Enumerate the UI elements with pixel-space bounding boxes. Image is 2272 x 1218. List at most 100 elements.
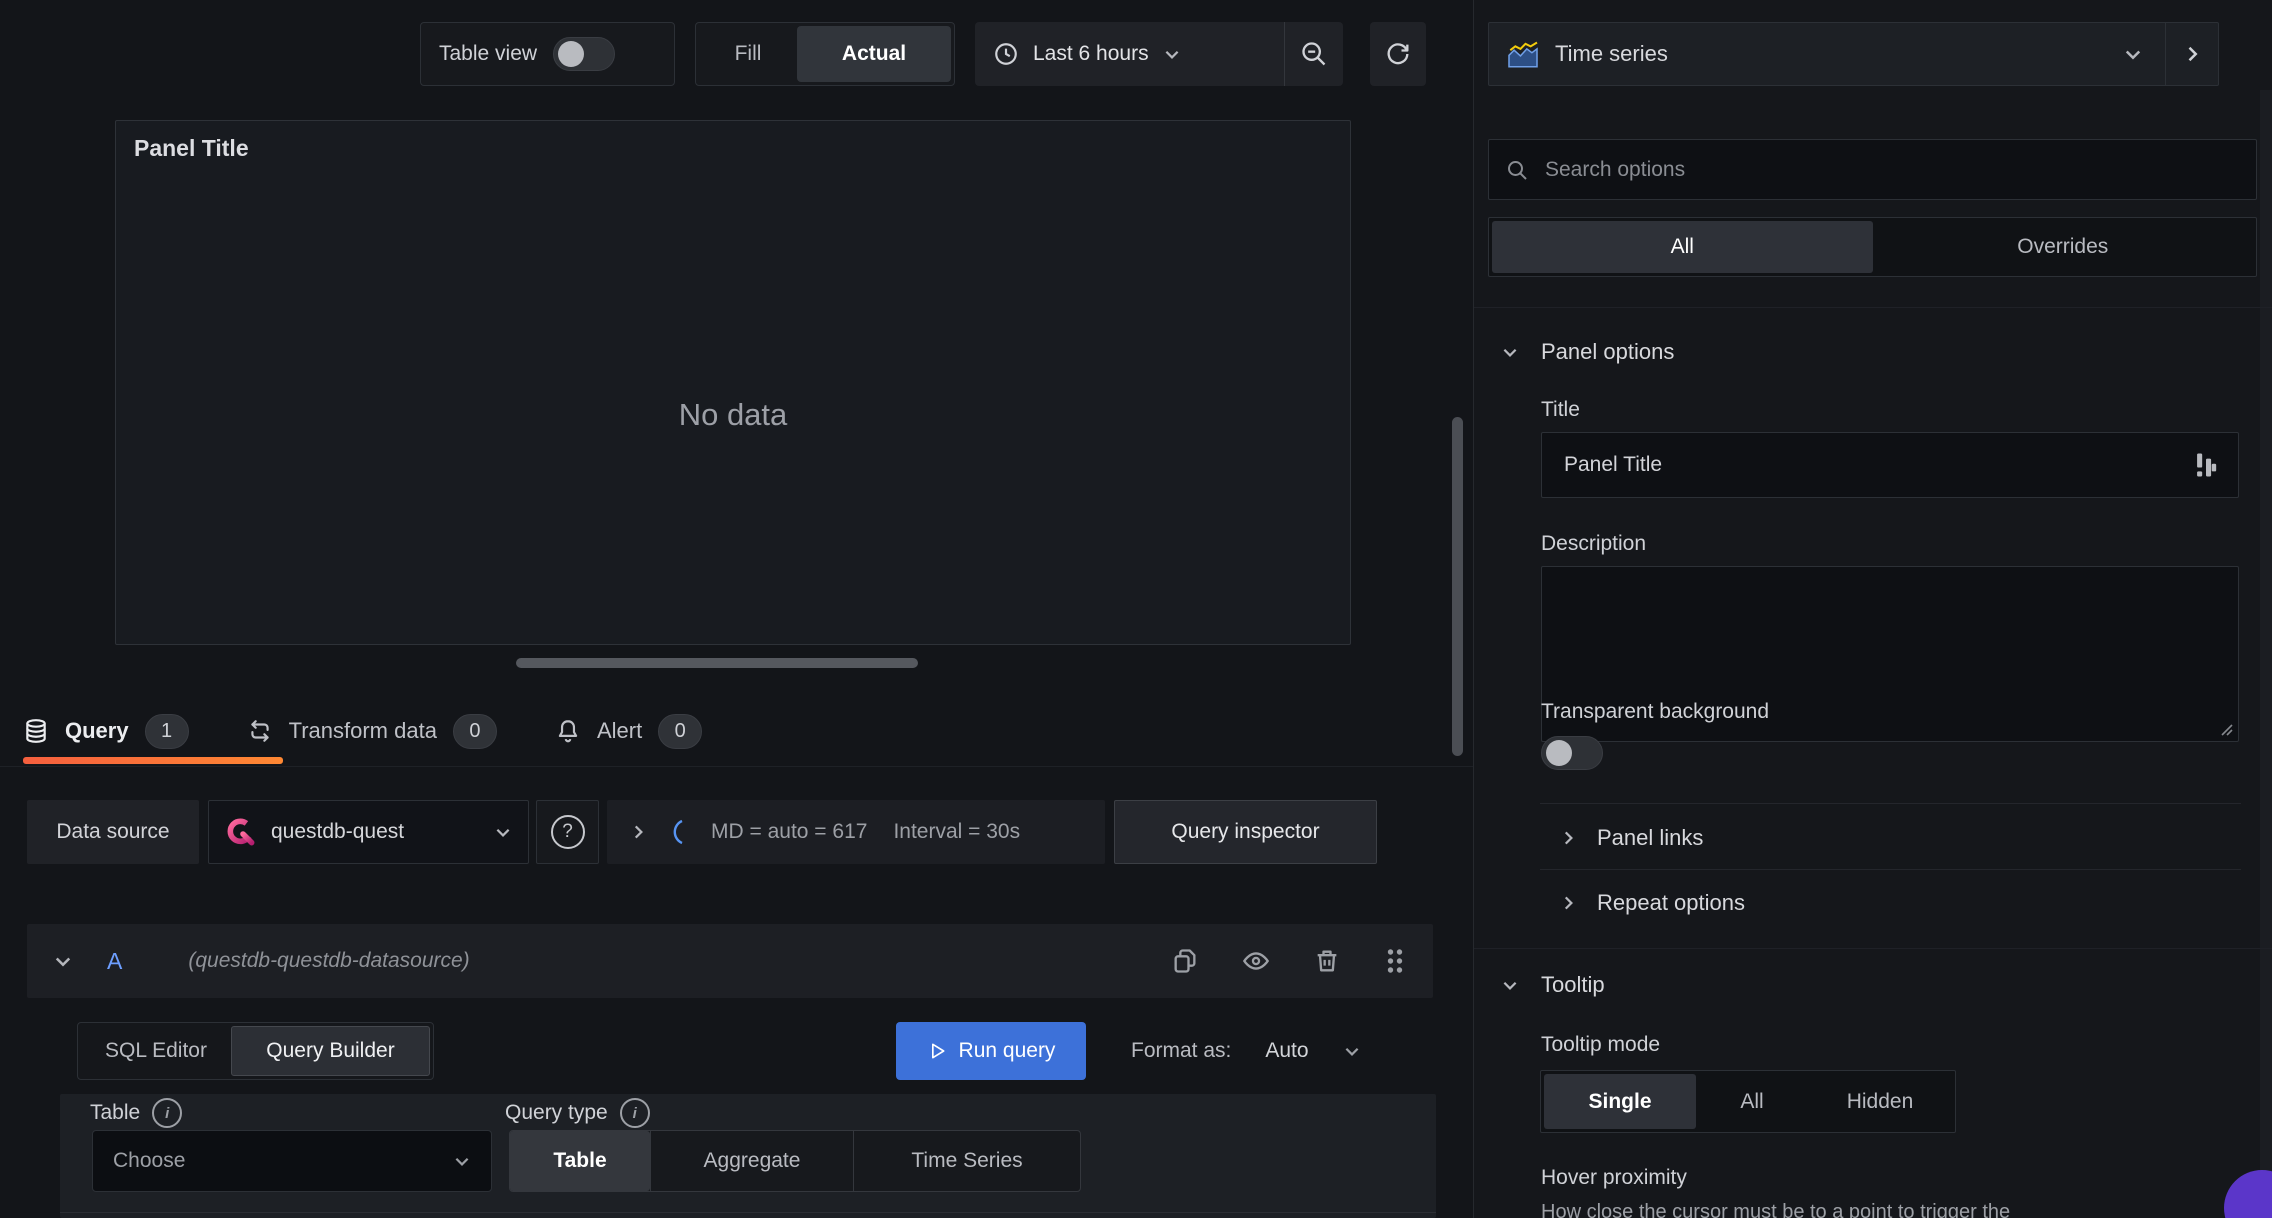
repeat-options-section[interactable]: Repeat options [1559, 877, 1745, 929]
options-search [1488, 139, 2257, 200]
timeseries-chart-icon [1508, 41, 1538, 68]
time-range-button[interactable]: Last 6 hours [975, 22, 1284, 86]
tab-query[interactable]: Query 1 [23, 713, 189, 749]
query-row-actions [1171, 946, 1407, 976]
zoom-out-button[interactable] [1285, 22, 1343, 86]
fit-mode-group: Fill Actual [695, 22, 955, 86]
table-view-toggle[interactable] [553, 37, 616, 71]
tooltip-mode-group: Single All Hidden [1540, 1070, 1956, 1133]
collapse-chevron-icon[interactable] [53, 951, 73, 971]
question-circle-icon: ? [550, 815, 585, 849]
chevron-down-icon [496, 828, 510, 837]
query-builder-mode[interactable]: Query Builder [231, 1026, 430, 1076]
filter-tab-overrides[interactable]: Overrides [1873, 221, 2254, 273]
tooltip-title: Tooltip [1541, 972, 1605, 997]
tab-transform-count: 0 [452, 713, 497, 749]
options-search-input[interactable] [1543, 156, 2240, 183]
panel-title[interactable]: Panel Title [134, 135, 249, 162]
chevron-down-icon [1503, 981, 1517, 990]
tab-transform-label: Transform data [288, 718, 437, 743]
bell-icon [558, 720, 578, 743]
max-data-points-summary: MD = auto = 617 [711, 820, 868, 843]
refresh-button[interactable] [1370, 22, 1426, 86]
eye-icon[interactable] [1241, 947, 1271, 975]
clock-icon [995, 43, 1017, 65]
transparent-background-toggle[interactable] [1541, 736, 1603, 770]
table-view-label: Table view [439, 42, 538, 65]
divider [1474, 307, 2272, 308]
table-select-value: Choose [113, 1149, 186, 1172]
toggle-viz-suggestions-button[interactable] [2166, 23, 2218, 85]
tooltip-mode-all[interactable]: All [1696, 1074, 1808, 1129]
chevron-down-icon[interactable] [1343, 1042, 1361, 1060]
chevron-down-icon [1503, 348, 1517, 357]
datasource-label: Data source [27, 800, 199, 864]
resize-handle-icon[interactable] [2216, 719, 2234, 737]
tooltip-mode-single[interactable]: Single [1544, 1074, 1696, 1129]
panel-title-input[interactable] [1562, 452, 2194, 478]
tooltip-header[interactable]: Tooltip [1501, 963, 1605, 1007]
duplicate-icon[interactable] [1171, 947, 1199, 975]
datasource-help-button[interactable]: ? [536, 800, 599, 864]
visualization-picker[interactable]: Time series [1488, 22, 2219, 86]
template-suggestion-icon[interactable] [2194, 451, 2218, 479]
search-icon [1508, 160, 1527, 180]
help-bubble[interactable] [2224, 1170, 2272, 1218]
chevron-right-icon [634, 825, 643, 839]
query-type-aggregate[interactable]: Aggregate [651, 1131, 853, 1191]
horizontal-scrollbar[interactable] [516, 658, 918, 668]
query-type-label-row: Query type i [505, 1098, 650, 1128]
refresh-icon [1387, 43, 1409, 65]
chevron-right-icon [1564, 831, 1573, 845]
sql-editor-mode[interactable]: SQL Editor [81, 1039, 231, 1063]
format-as-control: Format as: Auto [1131, 1022, 1361, 1080]
play-icon [931, 1043, 945, 1059]
database-icon [26, 719, 46, 743]
divider [60, 1212, 1436, 1213]
query-row-header[interactable]: A (questdb-questdb-datasource) [27, 924, 1433, 998]
tooltip-mode-hidden[interactable]: Hidden [1808, 1074, 1952, 1129]
zoom-out-icon [1302, 42, 1326, 66]
no-data-message: No data [678, 397, 788, 432]
viz-panel: Panel Title No data [115, 120, 1351, 645]
panel-title-field [1541, 432, 2239, 498]
visualization-name: Time series [1555, 41, 1668, 66]
tab-alert[interactable]: Alert 0 [555, 713, 703, 749]
tooltip-mode-label: Tooltip mode [1541, 1033, 1661, 1056]
table-view-control: Table view [420, 22, 675, 86]
query-type-label: Query type [505, 1101, 608, 1124]
editor-tabs: Query 1 Transform data 0 Alert 0 [23, 700, 703, 762]
chevron-down-icon [2125, 50, 2141, 60]
vertical-scrollbar[interactable] [1452, 417, 1463, 756]
transparent-background-label: Transparent background [1541, 700, 1770, 723]
tab-query-count: 1 [144, 713, 189, 749]
hover-proximity-label: Hover proximity [1541, 1166, 1687, 1189]
fit-mode-actual[interactable]: Actual [797, 26, 951, 82]
format-as-label: Format as: [1131, 1039, 1232, 1062]
query-options-row[interactable]: MD = auto = 617 Interval = 30s [607, 800, 1105, 864]
trash-icon[interactable] [1313, 947, 1341, 975]
format-as-value[interactable]: Auto [1265, 1039, 1308, 1063]
query-type-table[interactable]: Table [510, 1131, 650, 1191]
panel-links-section[interactable]: Panel links [1559, 812, 1703, 864]
datasource-picker[interactable]: questdb-quest [208, 800, 529, 864]
query-type-time-series[interactable]: Time Series [854, 1131, 1080, 1191]
table-select[interactable]: Choose [92, 1130, 492, 1192]
panel-options-header[interactable]: Panel options [1501, 330, 1674, 374]
questdb-logo-icon [227, 818, 255, 846]
fit-mode-fill[interactable]: Fill [699, 26, 797, 82]
info-icon[interactable]: i [152, 1098, 183, 1128]
repeat-options-label: Repeat options [1597, 890, 1745, 915]
query-inspector-button[interactable]: Query inspector [1114, 800, 1377, 864]
title-field-label: Title [1541, 398, 1580, 421]
table-field-label: Table [90, 1101, 141, 1124]
info-icon[interactable]: i [619, 1098, 650, 1128]
query-ref-id: A [107, 947, 123, 974]
run-query-button[interactable]: Run query [896, 1022, 1086, 1080]
tab-alert-count: 0 [658, 713, 703, 749]
editor-mode-group: SQL Editor Query Builder [77, 1022, 434, 1080]
tab-transform-data[interactable]: Transform data 0 [247, 713, 497, 749]
loading-arc-icon [673, 819, 683, 845]
drag-handle-icon[interactable] [1383, 946, 1407, 976]
filter-tab-all[interactable]: All [1492, 221, 1873, 273]
